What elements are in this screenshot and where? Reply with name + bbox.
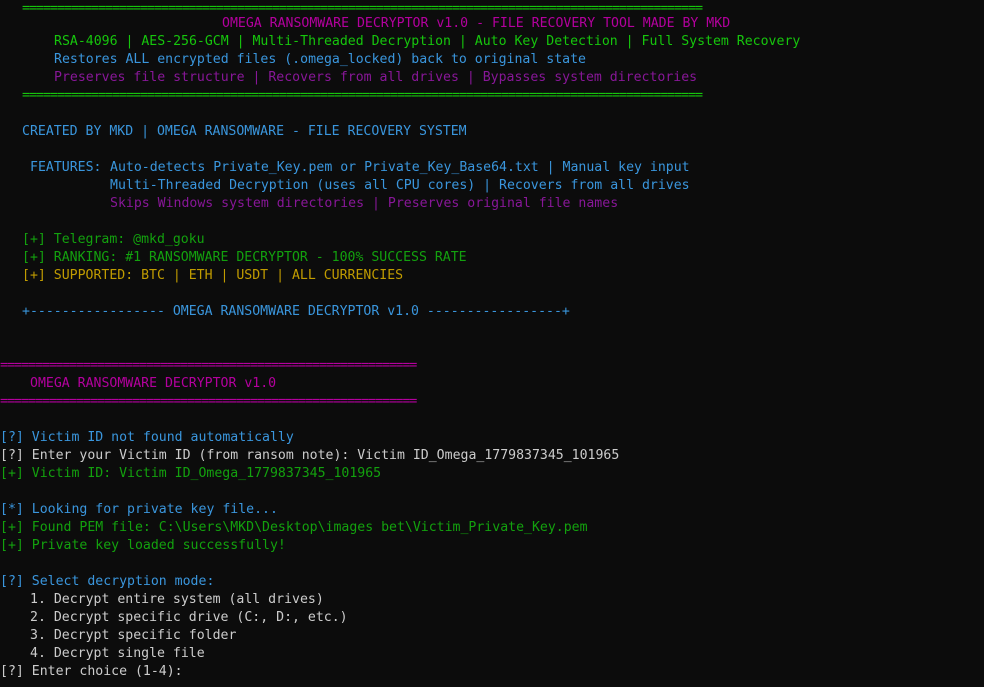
prompt-tag: [?] <box>0 448 24 463</box>
log-victim-id: [+] Victim ID: Victim ID_Omega_177983734… <box>0 466 382 481</box>
section-title: OMEGA RANSOMWARE DECRYPTOR v1.0 <box>30 376 277 391</box>
features-line-3: Skips Windows system directories | Prese… <box>110 196 619 211</box>
created-by-line: CREATED BY MKD | OMEGA RANSOMWARE - FILE… <box>22 124 467 139</box>
banner-rule-bottom: ========================================… <box>22 88 703 103</box>
choice-input-line[interactable]: Enter choice (1-4): <box>24 664 183 679</box>
log-text: Select decryption mode: <box>23 574 215 589</box>
terminal-window[interactable]: ========================================… <box>0 0 984 687</box>
features-label: FEATURES: <box>30 160 102 175</box>
tool-divider: +----------------- OMEGA RANSOMWARE DECR… <box>22 304 570 319</box>
features-line-2: Multi-Threaded Decryption (uses all CPU … <box>110 178 690 193</box>
banner-line-1: RSA-4096 | AES-256-GCM | Multi-Threaded … <box>54 34 801 49</box>
log-select-mode: [?] Select decryption mode: <box>0 573 214 591</box>
log-text: Looking for private key file... <box>23 502 278 517</box>
prompt-tag: [?] <box>0 430 24 445</box>
banner-line-3: Preserves file structure | Recovers from… <box>54 70 698 85</box>
banner-line-2: Restores ALL encrypted files (.omega_loc… <box>54 52 586 67</box>
log-looking-key: [*] Looking for private key file... <box>0 501 278 519</box>
section-rule-bottom: ========================================… <box>0 394 417 409</box>
ranking-line: [+] RANKING: #1 RANSOMWARE DECRYPTOR - 1… <box>22 250 467 265</box>
prompt-tag: [?] <box>0 664 24 679</box>
log-victim-not-found: [?] Victim ID not found automatically <box>0 429 294 447</box>
log-enter-choice: [?] Enter choice (1-4): <box>0 663 183 681</box>
telegram-line: [+] Telegram: @mkd_goku <box>22 232 205 247</box>
banner-title: OMEGA RANSOMWARE DECRYPTOR v1.0 - FILE R… <box>222 16 731 31</box>
mode-option-1: 1. Decrypt entire system (all drives) <box>30 592 324 607</box>
log-enter-victim-id: [?] Enter your Victim ID (from ransom no… <box>0 447 619 465</box>
supported-line: [+] SUPPORTED: BTC | ETH | USDT | ALL CU… <box>22 268 404 283</box>
section-rule-top: ========================================… <box>0 358 417 373</box>
victim-id-input-line[interactable]: Enter your Victim ID (from ransom note):… <box>24 448 620 463</box>
mode-option-2: 2. Decrypt specific drive (C:, D:, etc.) <box>30 610 348 625</box>
mode-option-4: 4. Decrypt single file <box>30 646 205 661</box>
prompt-tag: [?] <box>0 574 24 589</box>
prompt-tag: [*] <box>0 502 24 517</box>
log-found-pem: [+] Found PEM file: C:\Users\MKD\Desktop… <box>0 520 588 535</box>
mode-option-3: 3. Decrypt specific folder <box>30 628 237 643</box>
log-key-loaded: [+] Private key loaded successfully! <box>0 538 286 553</box>
log-text: Victim ID not found automatically <box>23 430 294 445</box>
features-line-1: Auto-detects Private_Key.pem or Private_… <box>110 160 690 175</box>
